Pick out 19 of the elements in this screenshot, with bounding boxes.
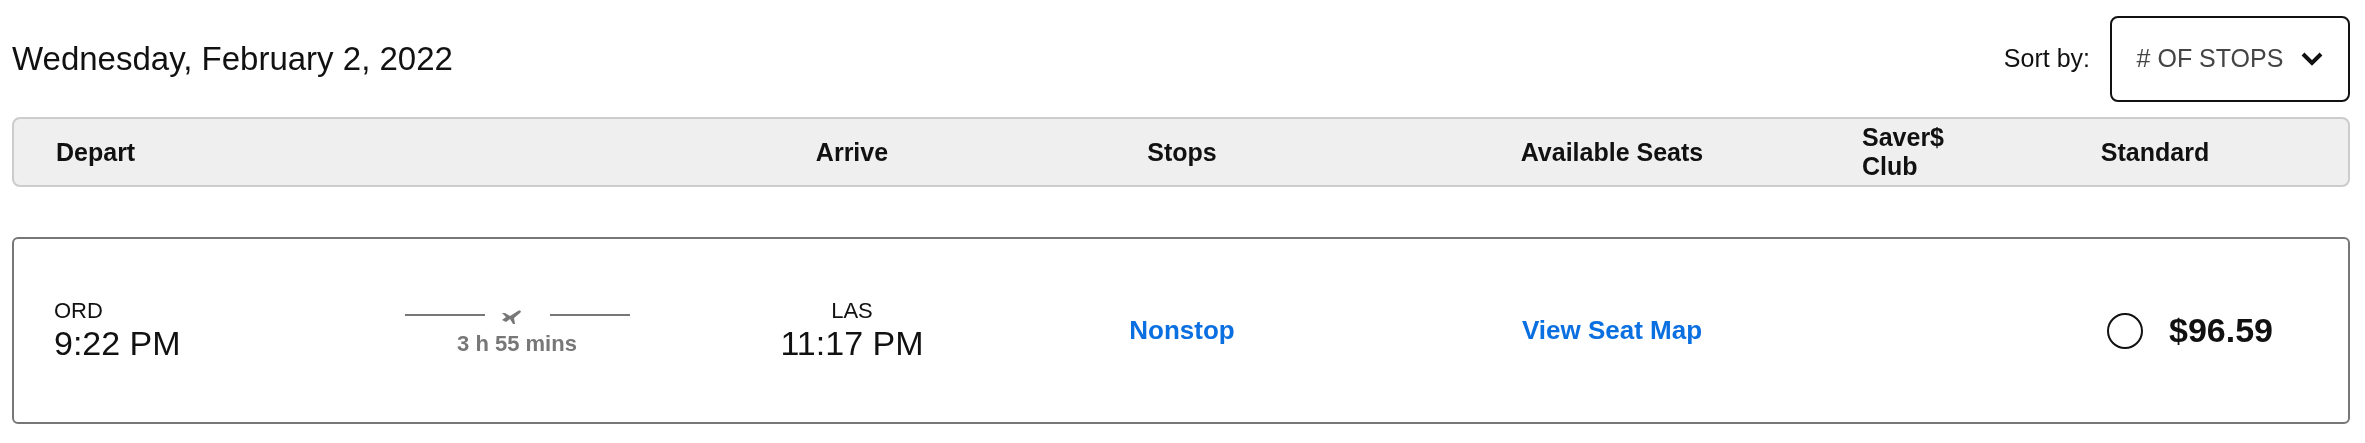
column-header: Arrive xyxy=(815,137,889,167)
sort-label: Sort by: xyxy=(2003,44,2090,73)
depart-time: 9:22 PM xyxy=(54,324,181,363)
arrive-time: 11:17 PM xyxy=(780,324,924,363)
seat-map-link[interactable]: View Seat Map xyxy=(1521,315,1703,346)
column-header: Available Seats xyxy=(1520,137,1704,167)
date-heading: Wednesday, February 2, 2022 xyxy=(12,39,453,78)
fare-price: $96.59 xyxy=(2169,311,2273,350)
column-header: Standard xyxy=(2100,137,2210,167)
destination-code: LAS xyxy=(831,298,873,324)
stops-link[interactable]: Nonstop xyxy=(1129,315,1235,346)
chevron-down-icon xyxy=(2301,51,2324,66)
column-header: Saver$ Club xyxy=(1862,123,1946,181)
origin-code: ORD xyxy=(54,298,103,324)
flight-duration: 3 h 55 mins xyxy=(457,330,577,357)
sort-dropdown[interactable]: # OF STOPS xyxy=(2110,15,2350,102)
fare-radio[interactable] xyxy=(2107,312,2143,349)
column-header: Stops xyxy=(1147,137,1217,167)
column-header: Depart xyxy=(55,137,136,167)
